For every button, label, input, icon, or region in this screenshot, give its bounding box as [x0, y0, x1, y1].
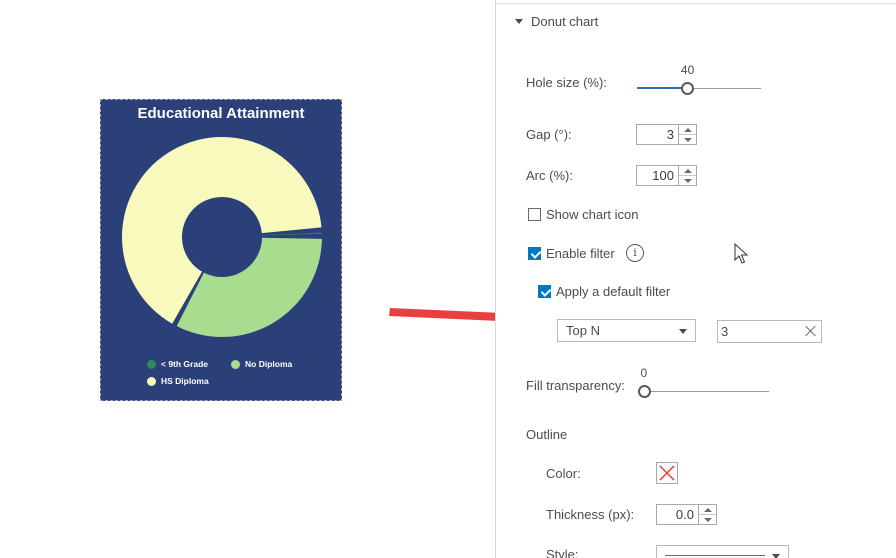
legend-swatch	[147, 376, 156, 386]
legend-swatch	[231, 359, 240, 369]
section-title: Donut chart	[531, 14, 599, 29]
enable-filter-checkbox[interactable]	[528, 247, 541, 260]
hole-size-label: Hole size (%):	[526, 75, 607, 90]
spin-buttons	[698, 504, 717, 525]
slider-fill	[637, 87, 688, 89]
close-icon[interactable]	[805, 325, 817, 337]
outline-style-select[interactable]	[656, 545, 789, 558]
filter-value-input[interactable]	[718, 321, 806, 342]
chevron-up-icon	[703, 507, 712, 512]
spin-buttons	[678, 124, 697, 145]
show-chart-icon-label: Show chart icon	[546, 207, 639, 222]
hole-size-slider[interactable]: 40	[637, 63, 761, 99]
arc-label: Arc (%):	[526, 168, 573, 183]
filter-type-value: Top N	[566, 323, 600, 338]
outline-thickness-label: Thickness (px):	[546, 507, 635, 522]
legend-swatch	[147, 359, 156, 369]
legend-item: No Diploma	[231, 359, 292, 369]
increment-button[interactable]	[679, 125, 696, 135]
slider-value: 0	[640, 366, 648, 380]
chevron-down-icon	[679, 329, 687, 334]
outline-color-label: Color:	[546, 466, 581, 481]
slider-value: 40	[680, 63, 695, 77]
chevron-up-icon	[683, 168, 692, 173]
slider-track	[638, 391, 769, 392]
legend-item: HS Diploma	[147, 376, 209, 386]
line-style-preview	[665, 555, 765, 556]
info-icon[interactable]: i	[626, 244, 644, 262]
legend-label: No Diploma	[245, 359, 293, 369]
spin-buttons	[678, 165, 697, 186]
chevron-down-icon	[703, 517, 712, 522]
slider-thumb[interactable]	[681, 82, 695, 95]
apply-default-filter-label: Apply a default filter	[556, 284, 671, 299]
outline-color-picker[interactable]	[656, 462, 678, 484]
increment-button[interactable]	[699, 505, 716, 515]
fill-transparency-label: Fill transparency:	[526, 378, 625, 393]
filter-value-field[interactable]	[717, 320, 822, 343]
decrement-button[interactable]	[679, 176, 696, 185]
chart-legend: < 9th Grade No Diploma HS Diploma	[101, 100, 343, 402]
slider-thumb[interactable]	[638, 385, 651, 398]
no-color-icon	[659, 465, 675, 481]
gap-label: Gap (°):	[526, 127, 572, 142]
chevron-up-icon	[683, 127, 692, 132]
enable-filter-label: Enable filter	[546, 246, 615, 261]
caret-down-icon	[515, 19, 523, 24]
panel-divider	[496, 0, 896, 4]
chevron-down-icon	[683, 137, 692, 142]
decrement-button[interactable]	[699, 515, 716, 524]
chevron-down-icon	[772, 554, 780, 558]
gap-stepper[interactable]	[636, 124, 697, 145]
outline-style-label: Style:	[546, 547, 579, 558]
thickness-stepper[interactable]	[656, 504, 717, 525]
chart-preview[interactable]: Educational Attainment < 9th Grade No Di…	[100, 99, 342, 401]
legend-item: < 9th Grade	[147, 359, 208, 369]
donut-chart-section-toggle[interactable]: Donut chart	[515, 14, 598, 29]
arc-stepper[interactable]	[636, 165, 697, 186]
arc-input[interactable]	[636, 165, 678, 186]
legend-label: HS Diploma	[161, 376, 209, 386]
mouse-pointer-icon	[734, 243, 749, 264]
filter-type-select[interactable]: Top N	[557, 319, 696, 342]
outline-section-title: Outline	[526, 427, 568, 442]
increment-button[interactable]	[679, 166, 696, 176]
chevron-down-icon	[683, 178, 692, 183]
settings-panel: Donut chart Hole size (%): 40 Gap (°): A…	[495, 0, 896, 558]
apply-default-filter-checkbox[interactable]	[538, 285, 551, 298]
legend-label: < 9th Grade	[161, 359, 209, 369]
decrement-button[interactable]	[679, 135, 696, 144]
gap-input[interactable]	[636, 124, 678, 145]
fill-transparency-slider[interactable]: 0	[638, 366, 769, 402]
show-chart-icon-checkbox[interactable]	[528, 208, 541, 221]
thickness-input[interactable]	[656, 504, 698, 525]
